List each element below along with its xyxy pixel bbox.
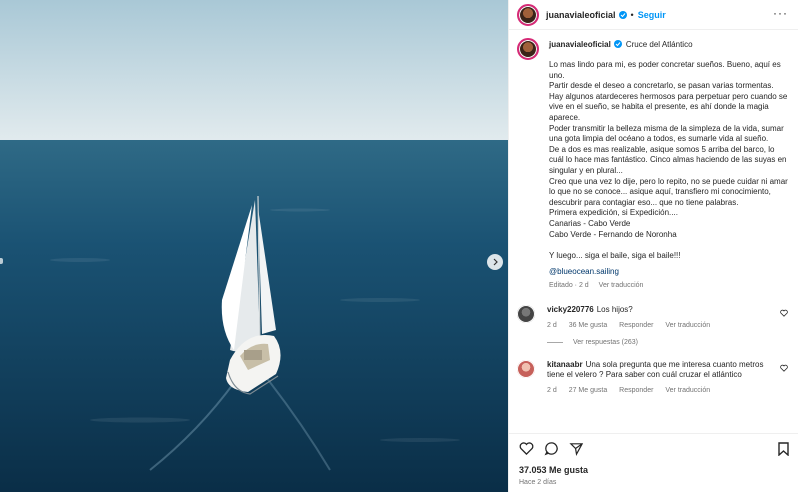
translate-link[interactable]: Ver traducción: [599, 282, 644, 289]
comment-username[interactable]: vicky220776: [547, 305, 594, 314]
comment-likes[interactable]: 27 Me gusta: [569, 387, 608, 394]
comment-bubble-icon[interactable]: [544, 441, 559, 456]
verified-badge-icon: [613, 40, 622, 48]
post-sidebar: juanavialeoficial • Seguir ··· juanavial…: [508, 0, 798, 492]
sailboat-photo: [0, 0, 508, 492]
caption-avatar[interactable]: [517, 38, 539, 60]
comment-item: kitanaabr Una sola pregunta que me intere…: [517, 359, 790, 394]
comments-area[interactable]: juanavialeoficial Cruce del Atlántico Lo…: [509, 30, 798, 433]
action-bar: [509, 433, 798, 463]
caption-text: Lo mas lindo para mi, es poder concretar…: [549, 60, 788, 260]
caption-content: juanavialeoficial Cruce del Atlántico Lo…: [549, 38, 790, 290]
share-plane-icon[interactable]: [569, 441, 584, 456]
reply-button[interactable]: Responder: [619, 387, 653, 394]
mention-link[interactable]: @blueocean.sailing: [549, 267, 790, 276]
view-replies-label[interactable]: Ver respuestas (263): [573, 339, 638, 346]
comment-time: 2 d: [547, 386, 557, 394]
comment-text: kitanaabr Una sola pregunta que me intere…: [547, 360, 776, 381]
avatar[interactable]: [517, 3, 539, 26]
like-heart-icon[interactable]: [519, 441, 534, 456]
like-comment-heart-icon[interactable]: [780, 309, 788, 319]
next-arrow-button[interactable]: [487, 254, 503, 270]
post-date: Hace 2 días: [519, 479, 557, 486]
edited-label: Editado · 2 d: [549, 282, 589, 290]
commenter-avatar[interactable]: [517, 305, 535, 324]
follow-button[interactable]: Seguir: [638, 10, 666, 20]
more-options-icon[interactable]: ···: [773, 7, 788, 19]
replies-divider: [547, 341, 563, 343]
view-replies-button[interactable]: Ver respuestas (263): [547, 339, 790, 346]
comment-text: vicky220776 Los hijos?: [547, 305, 776, 316]
caption-username[interactable]: juanavialeoficial: [549, 40, 611, 49]
commenter-avatar[interactable]: [517, 359, 535, 378]
comment-item: vicky220776 Los hijos? 2 d 36 Me gusta Re…: [517, 305, 790, 329]
post-header: juanavialeoficial • Seguir ···: [509, 0, 798, 30]
comment-body: vicky220776 Los hijos? 2 d 36 Me gusta Re…: [547, 305, 790, 329]
comment-meta: 2 d 36 Me gusta Responder Ver traducción: [547, 322, 776, 329]
translate-link[interactable]: Ver traducción: [665, 387, 710, 394]
comment-body: kitanaabr Una sola pregunta que me intere…: [547, 360, 790, 394]
carousel-edge: [0, 258, 3, 264]
caption-meta: Editado · 2 d Ver traducción: [549, 282, 790, 289]
instagram-post: juanavialeoficial • Seguir ··· juanavial…: [0, 0, 798, 492]
likes-count[interactable]: 37.053 Me gusta: [509, 463, 798, 475]
caption-block: juanavialeoficial Cruce del Atlántico Lo…: [517, 38, 790, 289]
reply-button[interactable]: Responder: [619, 322, 653, 329]
translate-link[interactable]: Ver traducción: [665, 322, 710, 329]
post-location[interactable]: Cruce del Atlántico: [626, 40, 693, 49]
separator-dot: •: [630, 9, 634, 20]
comment-likes[interactable]: 36 Me gusta: [569, 322, 608, 329]
caption-header: juanavialeoficial Cruce del Atlántico: [549, 38, 790, 50]
chevron-right-icon: [493, 258, 498, 266]
like-comment-heart-icon[interactable]: [780, 364, 788, 374]
comment-time: 2 d: [547, 321, 557, 329]
verified-badge-icon: [618, 10, 627, 19]
post-media[interactable]: [0, 0, 508, 492]
comment-username[interactable]: kitanaabr: [547, 360, 583, 369]
save-bookmark-icon[interactable]: [777, 442, 790, 461]
comment-content: Los hijos?: [596, 305, 633, 315]
author-username[interactable]: juanavialeoficial: [546, 10, 616, 20]
comment-meta: 2 d 27 Me gusta Responder Ver traducción: [547, 387, 776, 394]
